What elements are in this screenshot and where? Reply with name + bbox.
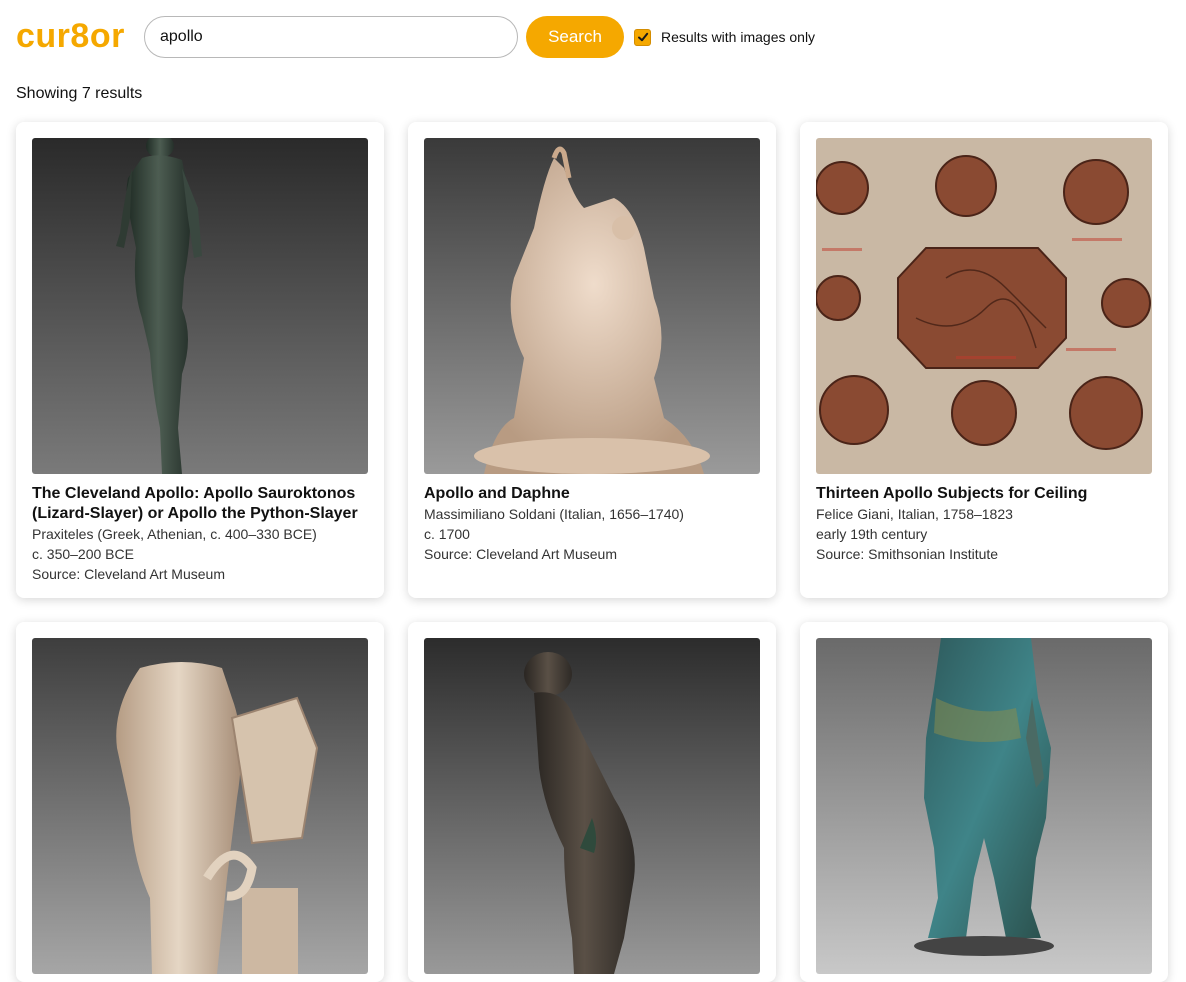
images-only-label[interactable]: Results with images only	[661, 29, 815, 45]
search-button[interactable]: Search	[526, 16, 624, 58]
artwork-source: Source: Smithsonian Institute	[816, 546, 999, 562]
artwork-image[interactable]	[424, 138, 760, 474]
result-card[interactable]	[800, 622, 1168, 982]
artwork-date: early 19th century	[816, 526, 928, 542]
artwork-title[interactable]: Apollo and Daphne	[424, 484, 760, 504]
artwork-artist: Massimiliano Soldani (Italian, 1656–1740…	[424, 506, 684, 522]
logo[interactable]: cur8or	[16, 15, 125, 57]
result-count: Showing 7 results	[16, 85, 143, 102]
artwork-artist: Felice Giani, Italian, 1758–1823	[816, 506, 1013, 522]
artwork-title[interactable]: The Cleveland Apollo: Apollo Sauroktonos…	[32, 484, 368, 524]
artwork-image[interactable]	[816, 138, 1152, 474]
header: cur8or Search Results with images only	[0, 0, 1186, 76]
images-only-filter[interactable]: Results with images only	[634, 27, 815, 47]
artwork-source: Source: Cleveland Art Museum	[32, 566, 225, 582]
artwork-artist: Praxiteles (Greek, Athenian, c. 400–330 …	[32, 526, 317, 542]
images-only-checkbox[interactable]	[634, 28, 651, 46]
artwork-title[interactable]: Thirteen Apollo Subjects for Ceiling	[816, 484, 1152, 504]
result-card[interactable]	[408, 622, 776, 982]
result-card[interactable]: The Cleveland Apollo: Apollo Sauroktonos…	[16, 122, 384, 598]
artwork-date: c. 1700	[424, 526, 470, 542]
artwork-source: Source: Cleveland Art Museum	[424, 546, 617, 562]
result-card[interactable]	[16, 622, 384, 982]
artwork-date: c. 350–200 BCE	[32, 546, 134, 562]
artwork-image[interactable]	[32, 138, 368, 474]
search-input[interactable]	[144, 16, 518, 58]
result-card[interactable]: Thirteen Apollo Subjects for Ceiling Fel…	[800, 122, 1168, 598]
result-card[interactable]: Apollo and Daphne Massimiliano Soldani (…	[408, 122, 776, 598]
checkmark-icon	[637, 32, 648, 42]
